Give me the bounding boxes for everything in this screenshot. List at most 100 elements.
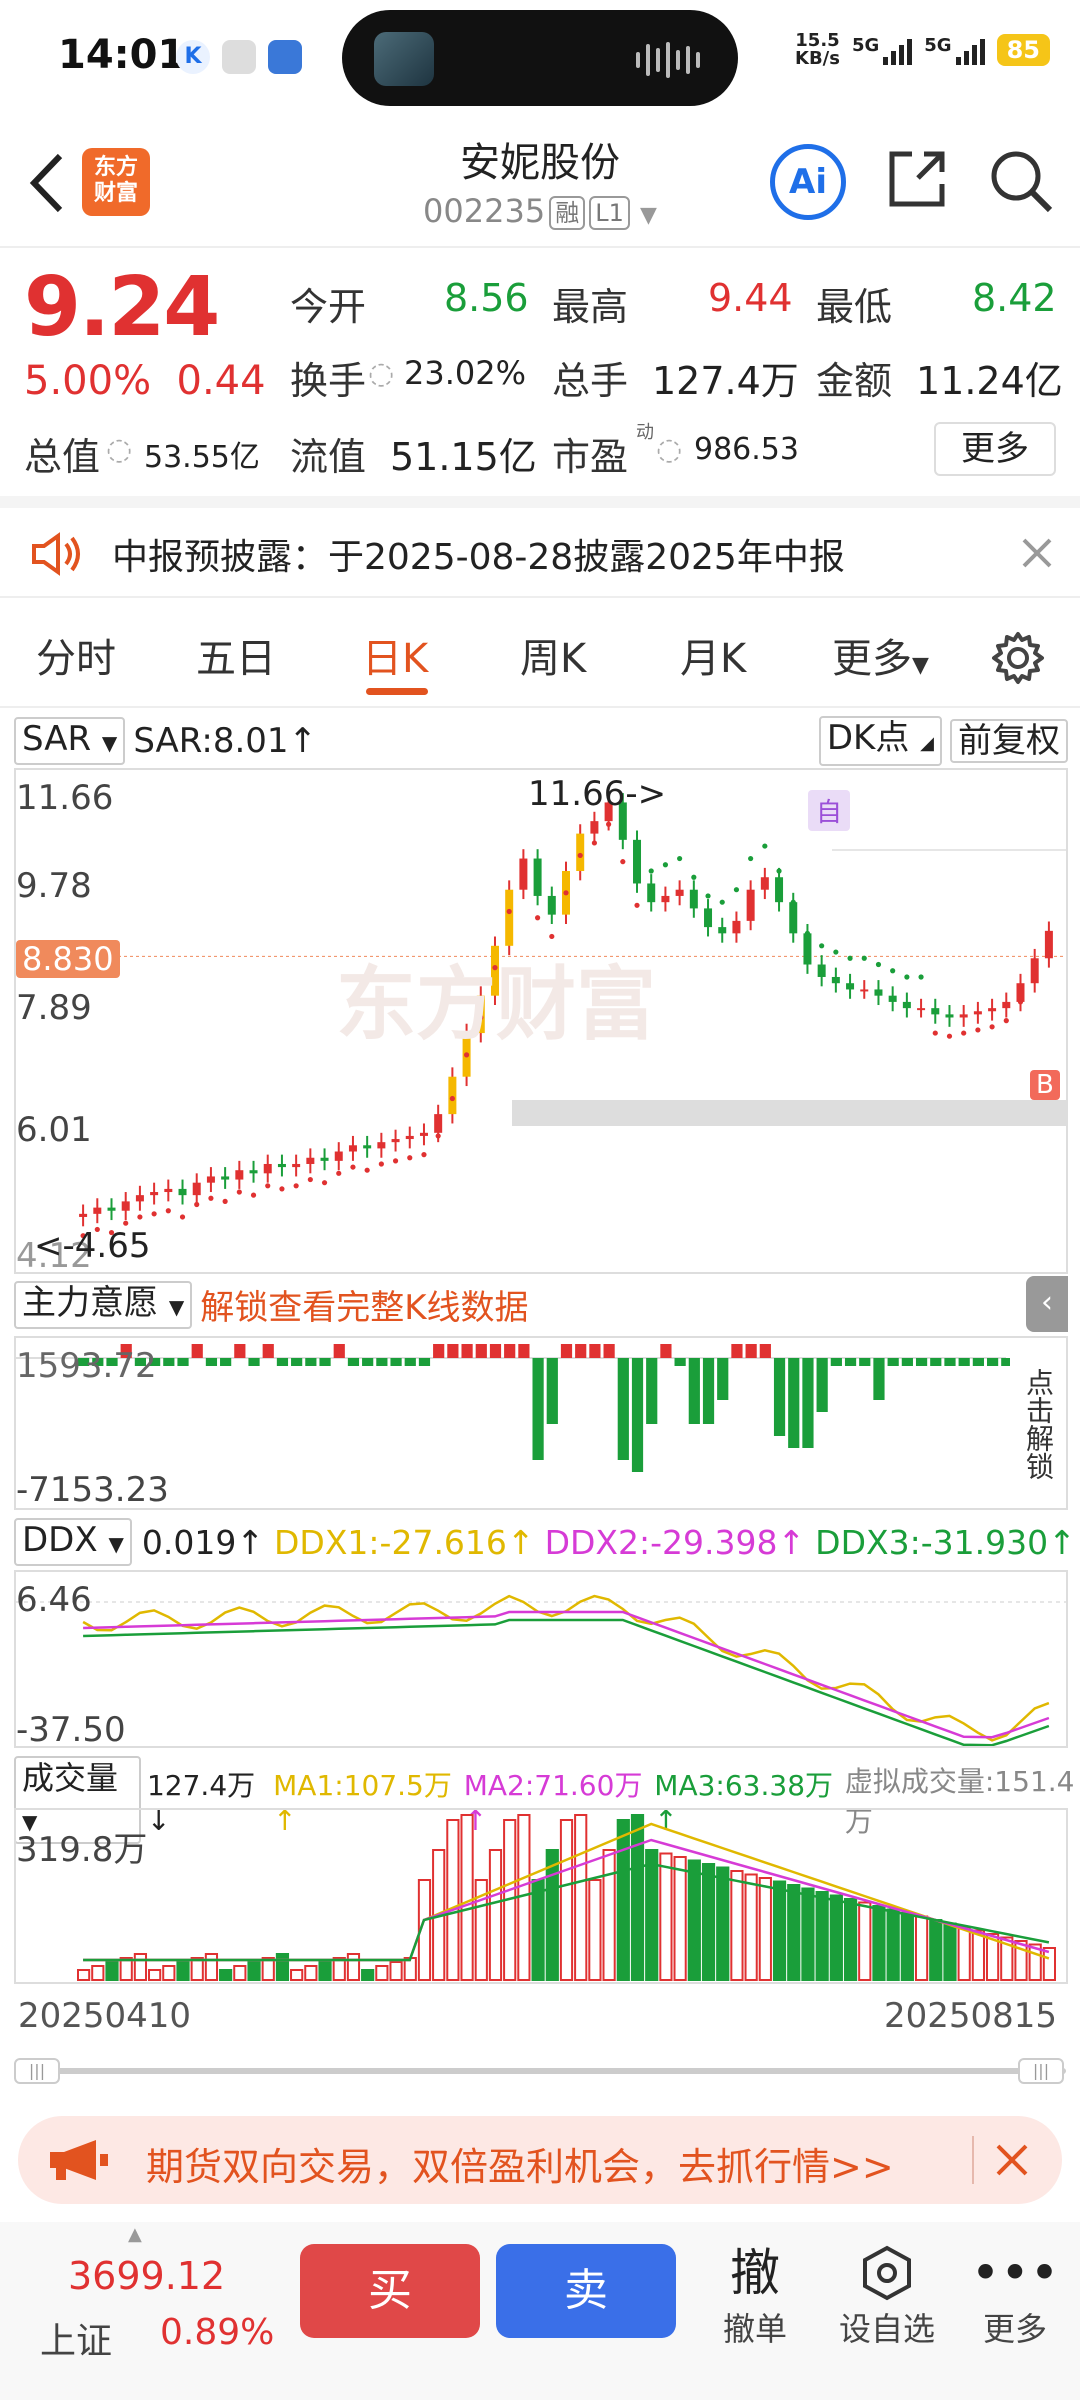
- candle-body: [945, 1014, 954, 1018]
- sar-dot: [520, 877, 526, 883]
- volume-bar: [446, 1819, 460, 1981]
- sar-dot: [250, 1192, 257, 1198]
- mf-bar: [702, 1358, 715, 1424]
- sar-dot: [194, 1201, 200, 1208]
- volume-bar: [758, 1877, 772, 1981]
- volume-svg: [77, 1814, 1057, 1981]
- sar-dot: [435, 1133, 441, 1139]
- sar-dot: [733, 887, 740, 893]
- index-name: 上证: [40, 2321, 113, 2362]
- tab-weekly-k[interactable]: 周K: [520, 626, 586, 684]
- kline-chart[interactable]: 东方财富 11.66 9.78 7.89 6.01 4.12 8.830 11.…: [14, 768, 1068, 1276]
- main-force-select[interactable]: 主力意愿 ▼: [14, 1280, 193, 1329]
- notice-bar[interactable]: 中报预披露：于2025-08-28披露2025年中报: [0, 508, 1080, 598]
- quote-more-button[interactable]: 更多: [934, 422, 1056, 476]
- low-value: 8.42: [972, 276, 1057, 320]
- bottom-more-button[interactable]: ••• 更多: [960, 2242, 1070, 2350]
- sar-dot: [790, 899, 796, 905]
- tab-intraday[interactable]: 分时: [36, 626, 116, 684]
- mf-bar: [532, 1358, 544, 1460]
- bottom-trade-bar: ▲ 3699.12 上证 0.89% 买 卖 撤 撤单 设自选 ••• 更多: [0, 2222, 1080, 2400]
- unlock-link[interactable]: 解锁查看完整K线数据: [200, 1280, 528, 1329]
- sar-dot: [549, 933, 555, 940]
- tab-five-day[interactable]: 五日: [196, 626, 276, 684]
- collapse-chevron-icon[interactable]: ‹: [1026, 1276, 1068, 1332]
- close-icon[interactable]: [1020, 536, 1054, 570]
- pe-superscript: 动: [636, 422, 654, 443]
- promo-close-icon[interactable]: [994, 2142, 1030, 2178]
- dropdown-caret-icon: ▼: [640, 203, 657, 228]
- volume-bar: [1042, 1947, 1057, 1981]
- candle-body: [306, 1157, 315, 1164]
- main-force-row: 主力意愿 ▼ 解锁查看完整K线数据: [14, 1280, 529, 1329]
- sar-dot: [449, 1095, 455, 1102]
- candle-body: [803, 933, 812, 965]
- self-marker[interactable]: 自: [808, 790, 851, 831]
- main-force-chart[interactable]: 1593.72 -7153.23 点击解锁: [14, 1336, 1068, 1510]
- turnover-value: 23.02%: [404, 354, 527, 392]
- range-handle-left[interactable]: |||: [14, 2058, 60, 2084]
- sar-dot: [208, 1195, 214, 1201]
- expand-caret-icon[interactable]: ▲: [128, 2224, 142, 2245]
- buy-button[interactable]: 买: [300, 2244, 480, 2338]
- volume-bar: [375, 1965, 389, 1981]
- search-icon[interactable]: [988, 148, 1054, 214]
- info-icon-2[interactable]: ◌: [106, 432, 132, 467]
- mf-bar: [191, 1344, 203, 1358]
- stock-code: 002235: [423, 192, 546, 230]
- dk-points-button[interactable]: DK点 ◢: [818, 716, 942, 766]
- sar-dot: [904, 974, 910, 980]
- open-value: 8.56: [444, 276, 529, 320]
- gear-icon[interactable]: [990, 630, 1046, 686]
- ddx-chart[interactable]: 6.46 -37.50: [14, 1570, 1068, 1750]
- mf-bar: [674, 1358, 686, 1366]
- candle-body: [704, 908, 713, 928]
- share-icon[interactable]: [884, 146, 950, 212]
- mf-bar: [646, 1358, 658, 1424]
- tab-monthly-k[interactable]: 月K: [680, 626, 746, 684]
- info-icon[interactable]: ◌: [368, 356, 394, 391]
- ddx-select[interactable]: DDX ▼: [14, 1518, 132, 1566]
- cancel-order-button[interactable]: 撤 撤单: [700, 2242, 810, 2350]
- volume-chart[interactable]: 319.8万: [14, 1808, 1068, 1984]
- sar-dot: [1032, 974, 1038, 980]
- sar-dot: [620, 859, 626, 865]
- candle-body: [164, 1188, 173, 1193]
- candle-body: [576, 833, 585, 872]
- notice-text: 中报预披露：于2025-08-28披露2025年中报: [112, 537, 845, 578]
- chart-range-scrollbar[interactable]: ||| |||: [14, 2056, 1066, 2086]
- range-handle-right[interactable]: |||: [1018, 2058, 1064, 2084]
- mf-bar: [688, 1358, 700, 1424]
- candle-body: [874, 989, 883, 996]
- tab-daily-k[interactable]: 日K: [362, 626, 428, 684]
- buy-marker[interactable]: B: [1030, 1070, 1060, 1100]
- info-icon-3[interactable]: ◌: [656, 432, 682, 467]
- kline-indicator-select[interactable]: SAR ▼: [14, 717, 126, 765]
- sar-dot: [648, 868, 654, 874]
- sar-dot: [179, 1214, 186, 1220]
- volume-bar: [914, 1915, 929, 1981]
- volume-bar: [886, 1908, 900, 1981]
- sar-dot: [890, 968, 896, 974]
- tab-more[interactable]: 更多▼: [832, 626, 929, 684]
- candle-body: [235, 1170, 244, 1180]
- mf-y-top: 1593.72: [16, 1346, 157, 1386]
- adjust-button[interactable]: 前复权: [950, 719, 1068, 763]
- current-price-tag: 8.830: [16, 940, 120, 978]
- mf-bar: [248, 1358, 260, 1366]
- mf-bar: [660, 1344, 672, 1358]
- mf-bar: [986, 1358, 999, 1366]
- candle-body: [206, 1176, 215, 1183]
- candle-body: [135, 1195, 144, 1202]
- mf-bar: [447, 1344, 459, 1358]
- float-label: 流值: [290, 435, 367, 479]
- promo-banner[interactable]: 期货双向交易，双倍盈利机会，去抓行情>>: [18, 2116, 1062, 2204]
- index-value[interactable]: 3699.12: [68, 2254, 225, 2298]
- ai-assistant-button[interactable]: Ai: [770, 144, 846, 220]
- float-value: 51.15亿: [390, 435, 537, 479]
- side-unlock-button[interactable]: 点击解锁: [1010, 1342, 1066, 1506]
- add-watchlist-button[interactable]: 设自选: [832, 2242, 942, 2350]
- sell-button[interactable]: 卖: [496, 2244, 676, 2338]
- candle-body: [1016, 983, 1025, 1002]
- mktcap-value: 53.55亿: [144, 440, 260, 475]
